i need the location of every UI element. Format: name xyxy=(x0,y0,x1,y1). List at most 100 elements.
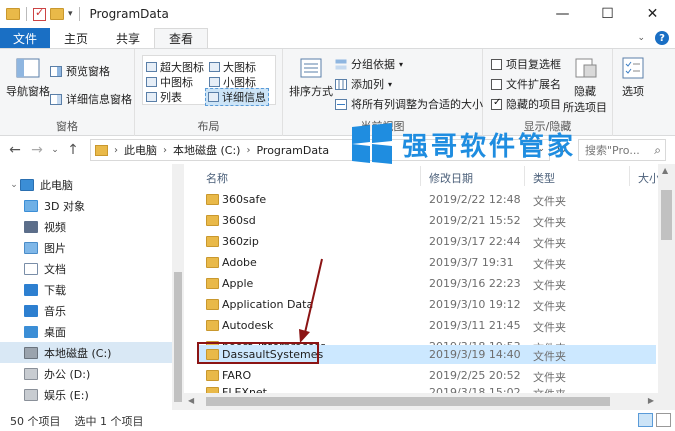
window-title: ProgramData xyxy=(89,7,169,21)
folder-icon xyxy=(206,278,219,289)
layout-label: 大图标 xyxy=(223,61,256,74)
layout-details[interactable]: 详细信息 xyxy=(205,88,269,106)
column-divider[interactable] xyxy=(420,166,421,186)
column-date[interactable]: 修改日期 xyxy=(429,170,473,186)
fit-columns-button[interactable]: 将所有列调整为合适的大小 xyxy=(335,96,483,112)
nav-item-documents[interactable]: 文档 xyxy=(0,258,184,279)
file-row[interactable]: Autodesk 2019/3/11 21:45 文件夹 xyxy=(198,316,656,335)
column-type[interactable]: 类型 xyxy=(533,170,555,186)
hidden-items-label: 隐藏的项目 xyxy=(506,98,561,111)
nav-item-drive-e[interactable]: 娱乐 (E:) xyxy=(0,384,184,405)
group-by-label: 分组依据 xyxy=(351,58,395,71)
layout-list[interactable]: 列表 xyxy=(146,89,182,105)
file-row[interactable]: 360safe 2019/2/22 12:48 文件夹 xyxy=(198,190,656,209)
tab-view[interactable]: 查看 xyxy=(154,28,209,48)
layout-medium-icons[interactable]: 中图标 xyxy=(146,74,193,90)
file-date: 2019/3/7 19:31 xyxy=(429,256,514,269)
medium-icons-icon xyxy=(146,77,157,87)
preview-pane-button[interactable]: 预览窗格 xyxy=(50,63,110,79)
item-checkboxes-label: 项目复选框 xyxy=(506,58,561,71)
nav-item-label: 3D 对象 xyxy=(44,199,85,213)
chevron-down-icon[interactable]: ⌄ xyxy=(8,180,20,190)
watermark-text: 强哥软件管家 xyxy=(402,131,577,162)
file-name: FARO xyxy=(222,369,252,382)
nav-item-label: 图片 xyxy=(44,241,66,255)
breadcrumb-item[interactable]: 本地磁盘 (C:) xyxy=(173,142,240,158)
details-pane-button[interactable]: 详细信息窗格 xyxy=(50,91,132,107)
chevron-down-icon: ▾ xyxy=(399,59,404,69)
group-by-button[interactable]: 分组依据 ▾ xyxy=(335,56,403,72)
chevron-right-icon[interactable]: › xyxy=(246,145,250,156)
file-row[interactable]: Adobe 2019/3/7 19:31 文件夹 xyxy=(198,253,656,272)
properties-check-icon[interactable] xyxy=(33,6,46,21)
chevron-right-icon[interactable]: › xyxy=(163,145,167,156)
hide-selected-button[interactable]: 隐藏 所选项目 xyxy=(563,55,607,115)
breadcrumb-item[interactable]: ProgramData xyxy=(256,144,329,157)
nav-item-drive-d[interactable]: 办公 (D:) xyxy=(0,363,184,384)
vertical-scrollbar[interactable]: ▲ xyxy=(658,164,675,410)
add-column-button[interactable]: 添加列 ▾ xyxy=(335,76,392,92)
horizontal-scrollbar[interactable]: ◀ ▶ xyxy=(184,393,658,410)
column-divider[interactable] xyxy=(524,166,525,186)
nav-item-music[interactable]: 音乐 xyxy=(0,300,184,321)
file-type: 文件夹 xyxy=(533,258,566,271)
back-button[interactable]: ← xyxy=(4,142,26,158)
details-view-button[interactable] xyxy=(638,413,653,427)
recent-locations-button[interactable]: ⌄ xyxy=(48,145,62,155)
tab-share[interactable]: 共享 xyxy=(102,28,154,48)
hidden-items-toggle[interactable]: 隐藏的项目 xyxy=(491,96,561,112)
up-button[interactable]: ↑ xyxy=(62,142,84,158)
nav-item-pictures[interactable]: 图片 xyxy=(0,237,184,258)
file-row[interactable]: 360zip 2019/3/17 22:44 文件夹 xyxy=(198,232,656,251)
hidden-items-checkbox[interactable] xyxy=(491,97,502,110)
layout-extra-large-icons[interactable]: 超大图标 xyxy=(146,59,204,75)
nav-item-this-pc[interactable]: ⌄ 此电脑 xyxy=(0,174,184,195)
nav-item-local-disk-c[interactable]: 本地磁盘 (C:) xyxy=(0,342,184,363)
search-input[interactable]: 搜索"Pro... ⌕ xyxy=(578,139,666,161)
options-button[interactable]: 选项 xyxy=(620,55,646,99)
scroll-up-icon[interactable]: ▲ xyxy=(662,166,668,175)
nav-item-videos[interactable]: 视频 xyxy=(0,216,184,237)
tab-home[interactable]: 主页 xyxy=(50,28,102,48)
item-checkboxes-checkbox[interactable] xyxy=(491,58,502,70)
item-checkboxes-toggle[interactable]: 项目复选框 xyxy=(491,56,561,72)
nav-item-label: 下载 xyxy=(44,283,66,297)
divider xyxy=(78,7,80,21)
file-row[interactable]: Application Data 2019/3/10 19:12 文件夹 xyxy=(198,295,656,314)
details-icon xyxy=(208,92,219,102)
column-size[interactable]: 大小 xyxy=(638,170,660,186)
new-folder-icon[interactable] xyxy=(50,8,64,20)
minimize-button[interactable]: — xyxy=(540,0,585,28)
nav-item-desktop[interactable]: 桌面 xyxy=(0,321,184,342)
nav-item-downloads[interactable]: 下载 xyxy=(0,279,184,300)
nav-scrollbar[interactable] xyxy=(172,164,184,410)
file-extensions-checkbox[interactable] xyxy=(491,78,502,90)
chevron-down-icon[interactable]: ▾ xyxy=(68,9,73,19)
tab-file[interactable]: 文件 xyxy=(0,28,51,48)
help-icon[interactable]: ? xyxy=(655,31,669,45)
nav-item-3d-objects[interactable]: 3D 对象 xyxy=(0,195,184,216)
sort-by-button[interactable]: 排序方式 xyxy=(289,55,333,99)
large-icons-view-button[interactable] xyxy=(656,413,671,427)
nav-scrollbar-thumb[interactable] xyxy=(174,272,182,402)
chevron-down-icon[interactable]: ⌄ xyxy=(637,33,645,43)
file-extensions-toggle[interactable]: 文件扩展名 xyxy=(491,76,561,92)
file-row[interactable]: Apple 2019/3/16 22:23 文件夹 xyxy=(198,274,656,293)
column-name[interactable]: 名称 xyxy=(206,170,228,186)
file-type: 文件夹 xyxy=(533,237,566,250)
forward-button[interactable]: → xyxy=(26,142,48,158)
scroll-right-icon[interactable]: ▶ xyxy=(648,396,654,405)
vertical-scrollbar-thumb[interactable] xyxy=(661,190,672,240)
nav-pane-button[interactable]: 导航窗格 xyxy=(6,55,50,99)
breadcrumb-item[interactable]: 此电脑 xyxy=(124,142,157,158)
file-row[interactable]: 360sd 2019/2/21 15:52 文件夹 xyxy=(198,211,656,230)
maximize-button[interactable]: ☐ xyxy=(585,0,630,28)
file-date: 2019/2/25 20:52 xyxy=(429,369,521,382)
layout-large-icons[interactable]: 大图标 xyxy=(209,59,256,75)
chevron-right-icon[interactable]: › xyxy=(114,145,118,156)
layout-label: 中图标 xyxy=(160,76,193,89)
horizontal-scrollbar-thumb[interactable] xyxy=(206,397,610,406)
column-divider[interactable] xyxy=(629,166,630,186)
close-button[interactable]: ✕ xyxy=(630,0,675,28)
scroll-left-icon[interactable]: ◀ xyxy=(188,396,194,405)
